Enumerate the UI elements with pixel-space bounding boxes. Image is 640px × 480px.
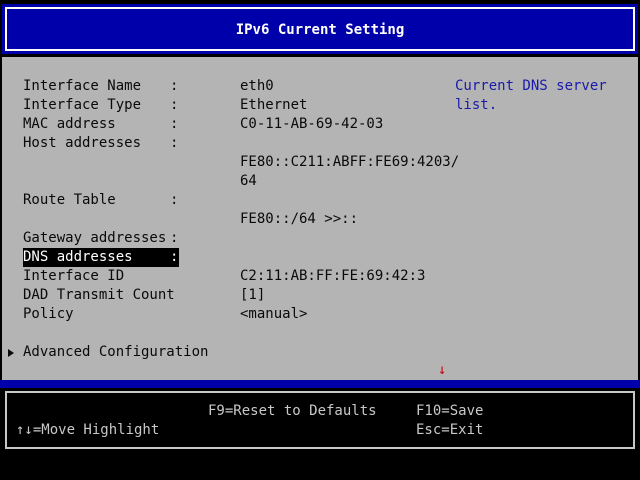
field-label: DNS addresses xyxy=(23,249,133,265)
field-interface-type: Interface Type : Ethernet xyxy=(2,96,442,115)
selection-highlight: DNS addresses : xyxy=(23,248,179,267)
field-colon: : xyxy=(170,230,179,246)
field-label: Interface ID xyxy=(23,268,125,284)
reset-defaults-hint: F9=Reset to Defaults xyxy=(208,403,377,419)
help-line: Current DNS server xyxy=(455,78,607,94)
field-label: Interface Name xyxy=(23,78,142,94)
field-host-address-line: FE80::C211:ABFF:FE69:4203/ xyxy=(2,153,459,172)
field-route-entry: FE80::/64 >>:: xyxy=(2,210,442,229)
title-bar: IPv6 Current Setting xyxy=(2,4,638,54)
field-dns-addresses[interactable]: DNS addresses : xyxy=(2,248,442,267)
help-line: list. xyxy=(455,97,498,113)
field-dad-transmit-count: DAD Transmit Count [1] xyxy=(2,286,442,305)
field-route-table: Route Table : xyxy=(2,191,442,210)
field-label: Host addresses xyxy=(23,135,142,151)
advanced-configuration-label: Advanced Configuration xyxy=(23,344,209,360)
field-colon: : xyxy=(170,116,179,132)
bios-screen: IPv6 Current Setting Interface Name : et… xyxy=(0,0,640,480)
field-value: FE80::C211:ABFF:FE69:4203/ xyxy=(240,154,460,170)
field-colon: : xyxy=(170,192,179,208)
field-policy: Policy <manual> xyxy=(2,305,442,324)
field-label: Interface Type xyxy=(23,97,142,113)
save-hint: F10=Save xyxy=(416,403,484,419)
field-gateway-addresses[interactable]: Gateway addresses : xyxy=(2,229,442,248)
field-value: eth0 xyxy=(240,78,274,94)
field-label: Policy xyxy=(23,306,74,322)
field-label: MAC address xyxy=(23,116,116,132)
field-mac-address: MAC address : C0-11-AB-69-42-03 xyxy=(2,115,442,134)
field-label: Route Table xyxy=(23,192,116,208)
field-interface-name: Interface Name : eth0 xyxy=(2,77,442,96)
field-colon: : xyxy=(170,97,179,113)
field-colon: : xyxy=(170,78,179,94)
help-panel: Current DNS server list. xyxy=(455,77,630,115)
field-colon: : xyxy=(170,135,179,151)
move-highlight-hint: ↑↓=Move Highlight xyxy=(16,422,160,438)
footer-bar: F9=Reset to Defaults F10=Save ↑↓=Move Hi… xyxy=(2,388,638,454)
field-value: C2:11:AB:FF:FE:69:42:3 xyxy=(240,268,426,284)
field-value: [1] xyxy=(240,287,266,303)
field-label: Gateway addresses xyxy=(23,230,167,246)
field-value: FE80::/64 >>:: xyxy=(240,211,359,227)
field-colon: : xyxy=(170,249,179,265)
field-label: DAD Transmit Count xyxy=(23,287,175,303)
exit-hint: Esc=Exit xyxy=(416,422,484,438)
settings-panel: Interface Name : eth0 Interface Type : E… xyxy=(2,57,638,380)
field-value: C0-11-AB-69-42-03 xyxy=(240,116,384,132)
field-value: 64 xyxy=(240,173,257,189)
field-value: <manual> xyxy=(240,306,308,322)
footer-divider xyxy=(0,380,640,388)
page-title: IPv6 Current Setting xyxy=(235,22,405,38)
triangle-right-icon xyxy=(8,349,14,357)
scroll-down-icon: ↓ xyxy=(438,362,447,378)
field-host-addresses: Host addresses : xyxy=(2,134,442,153)
field-host-address-prefix: 64 xyxy=(2,172,442,191)
field-value: Ethernet xyxy=(240,97,308,113)
field-interface-id: Interface ID C2:11:AB:FF:FE:69:42:3 xyxy=(2,267,442,286)
